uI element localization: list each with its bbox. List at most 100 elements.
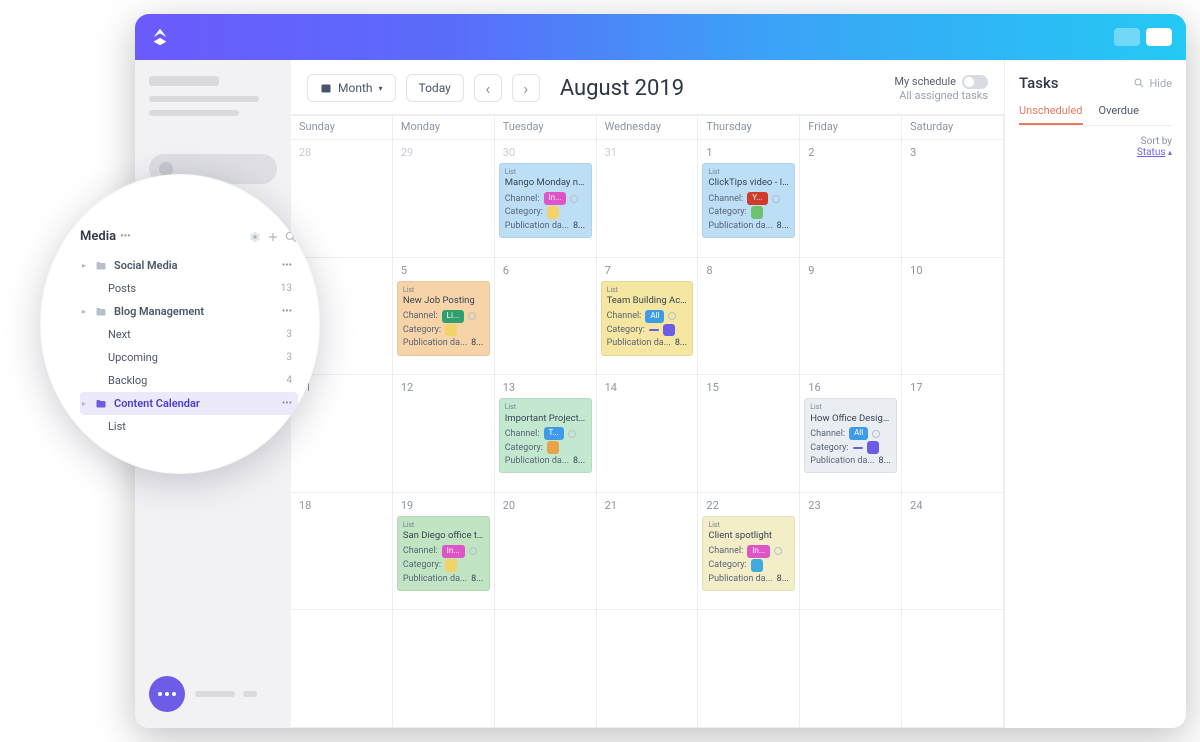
gear-icon[interactable] (248, 230, 262, 244)
task-card[interactable]: ListClickTips video - InboxChannel:Y...C… (702, 163, 795, 238)
calendar-cell[interactable]: 31 (597, 140, 699, 258)
calendar-cell[interactable]: 1ListClickTips video - InboxChannel:Y...… (698, 140, 800, 258)
assignee-icon (668, 312, 676, 320)
calendar-cell[interactable]: 13 ListImportant Project ManChannel:T...C… (495, 375, 597, 493)
category-chip (751, 206, 763, 219)
calendar-cell[interactable]: 2 (800, 140, 902, 258)
day-number: 29 (397, 144, 490, 161)
calendar-panel: Month ▾ Today ‹ › August 2019 My schedul… (291, 60, 1004, 728)
calendar-cell[interactable]: 17 (902, 375, 1004, 493)
item-label: Blog Management (114, 305, 282, 318)
my-schedule-toggle[interactable]: My schedule All assigned tasks (894, 75, 988, 102)
day-number: 16 (804, 379, 897, 396)
window-minimize-button[interactable] (1114, 28, 1140, 46)
category-chip (445, 559, 457, 572)
calendar-cell[interactable] (902, 610, 1004, 728)
calendar-cell[interactable]: 22 ListClient spotlightChannel:In...Categ… (698, 493, 800, 611)
view-select[interactable]: Month ▾ (307, 74, 396, 102)
calendar-cell[interactable]: 20 (495, 493, 597, 611)
calendar-cell[interactable]: 18 (291, 493, 393, 611)
calendar-cell[interactable] (698, 610, 800, 728)
calendar-cell[interactable]: 11 (291, 375, 393, 493)
calendar-cell[interactable]: 9 (800, 258, 902, 376)
item-label: Posts (108, 282, 281, 295)
calendar-cell[interactable]: 30ListMango Monday new eChannel:In...Cat… (495, 140, 597, 258)
folder-icon (94, 398, 108, 410)
next-button[interactable]: › (512, 74, 540, 102)
calendar-cell[interactable] (291, 610, 393, 728)
more-icon[interactable]: ••• (120, 231, 131, 242)
calendar-cell[interactable]: 15 (698, 375, 800, 493)
task-card[interactable]: ListNew Job PostingChannel:Li...Category… (397, 281, 490, 356)
calendar-cell[interactable]: 23 (800, 493, 902, 611)
task-title: Important Project Man (505, 413, 586, 426)
day-number: 8 (702, 262, 795, 279)
calendar-cell[interactable]: 8 (698, 258, 800, 376)
calendar-cell[interactable]: 29 (393, 140, 495, 258)
calendar-cell[interactable]: 10 (902, 258, 1004, 376)
assignee-icon (774, 547, 782, 555)
chevron-down-icon: ▾ (378, 84, 382, 93)
tab-overdue[interactable]: Overdue (1099, 104, 1139, 125)
window-maximize-button[interactable] (1146, 28, 1172, 46)
more-icon[interactable]: ••• (282, 306, 292, 317)
day-number: 13 (499, 379, 592, 396)
today-button[interactable]: Today (406, 74, 464, 102)
list-item[interactable]: List8 (80, 415, 298, 438)
folder-tree: ▸Social Media•••Posts13▸Blog Management•… (80, 254, 298, 438)
calendar-icon (320, 82, 332, 94)
calendar-toolbar: Month ▾ Today ‹ › August 2019 My schedul… (291, 60, 1004, 115)
item-label: Content Calendar (114, 397, 282, 410)
list-tag: List (708, 521, 789, 530)
task-title: Client spotlight (708, 530, 789, 543)
list-item[interactable]: Next3 (80, 323, 298, 346)
day-number: 22 (702, 497, 795, 514)
calendar-cell[interactable]: 7ListTeam Building ActivitieChannel:AllC… (597, 258, 699, 376)
app-logo (149, 26, 171, 48)
folder-item[interactable]: ▸ Content Calendar••• (80, 392, 298, 415)
item-label: Backlog (108, 374, 286, 387)
plus-icon[interactable] (266, 230, 280, 244)
titlebar (135, 14, 1186, 60)
calendar-cell[interactable]: 28 (291, 140, 393, 258)
calendar-cell[interactable]: 21 (597, 493, 699, 611)
channel-chip: T... (544, 427, 564, 440)
folder-item[interactable]: ▸Blog Management••• (80, 300, 298, 323)
chevron-right-icon: ▸ (82, 399, 90, 408)
more-icon[interactable]: ••• (282, 260, 292, 271)
calendar-cell[interactable]: 16 ListHow Office Design impChannel:AllCa… (800, 375, 902, 493)
task-card[interactable]: ListClient spotlightChannel:In...Categor… (702, 516, 795, 591)
calendar-cell[interactable]: 5ListNew Job PostingChannel:Li...Categor… (393, 258, 495, 376)
task-card[interactable]: ListHow Office Design impChannel:AllCate… (804, 398, 897, 473)
task-card[interactable]: ListImportant Project ManChannel:T...Cat… (499, 398, 592, 473)
calendar-cell[interactable]: 14 (597, 375, 699, 493)
tab-unscheduled[interactable]: Unscheduled (1019, 104, 1083, 125)
task-card[interactable]: ListSan Diego office tourChannel:In...Ca… (397, 516, 490, 591)
assignee-icon (469, 547, 477, 555)
category-chip (547, 206, 559, 219)
prev-button[interactable]: ‹ (474, 74, 502, 102)
calendar-cell[interactable] (393, 610, 495, 728)
day-number: 12 (397, 379, 490, 396)
list-item[interactable]: Posts13 (80, 277, 298, 300)
calendar-cell[interactable]: 6 (495, 258, 597, 376)
day-number: 21 (601, 497, 694, 514)
hide-button[interactable]: Hide (1133, 77, 1172, 90)
chat-button[interactable] (149, 676, 185, 712)
more-icon[interactable]: ••• (282, 398, 292, 409)
calendar-cell[interactable]: 24 (902, 493, 1004, 611)
list-item[interactable]: Backlog4 (80, 369, 298, 392)
calendar-cell[interactable]: 12 (393, 375, 495, 493)
sort-control[interactable]: Sort by Status ▴ (1019, 136, 1172, 158)
task-card[interactable]: ListMango Monday new eChannel:In...Categ… (499, 163, 592, 238)
calendar-cell[interactable]: 3 (902, 140, 1004, 258)
day-number: 28 (295, 144, 388, 161)
folder-item[interactable]: ▸Social Media••• (80, 254, 298, 277)
calendar-cell[interactable]: 19ListSan Diego office tourChannel:In...… (393, 493, 495, 611)
task-card[interactable]: ListTeam Building ActivitieChannel:AllCa… (601, 281, 694, 356)
calendar-cell[interactable] (597, 610, 699, 728)
calendar-cell[interactable] (800, 610, 902, 728)
list-item[interactable]: Upcoming3 (80, 346, 298, 369)
task-title: New Job Posting (403, 295, 484, 308)
calendar-cell[interactable] (495, 610, 597, 728)
